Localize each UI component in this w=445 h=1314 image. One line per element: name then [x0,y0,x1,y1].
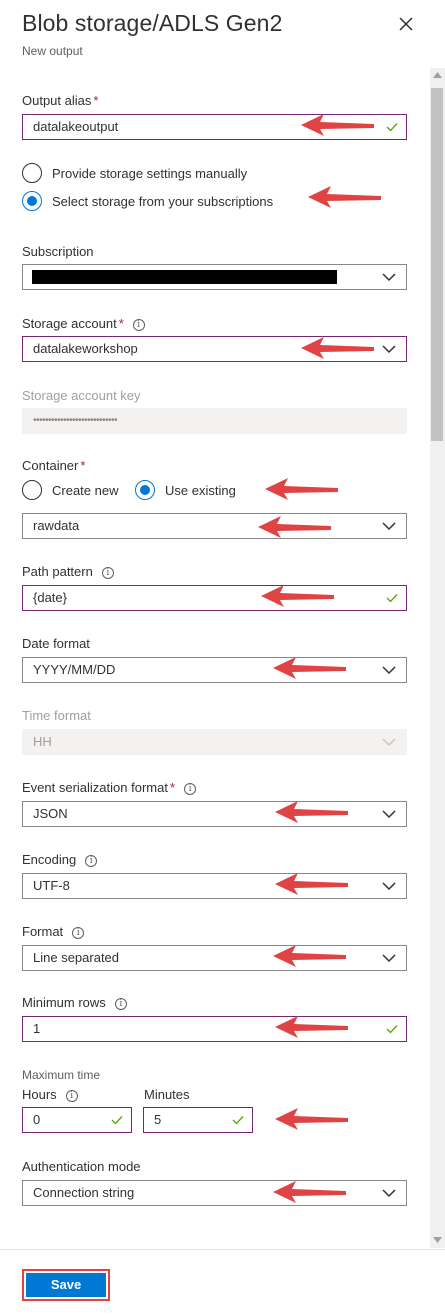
info-icon[interactable]: i [65,1090,78,1102]
output-alias-label: Output alias * [22,93,99,108]
info-icon[interactable]: i [72,927,85,939]
time-format-select: HH [22,729,407,755]
hours-input[interactable]: 0 [22,1107,132,1133]
radio-subscription-storage[interactable] [22,191,42,211]
path-pattern-input[interactable]: {date} [22,585,407,611]
red-arrow-icon [275,1108,348,1130]
radio-create-new[interactable] [22,480,42,500]
scrollbar-thumb[interactable] [431,88,443,441]
chevron-down-icon [382,522,396,531]
red-arrow-icon [273,1181,346,1203]
chevron-down-icon [382,738,396,747]
radio-subscription-storage-label: Select storage from your subscriptions [52,194,274,209]
redacted-value [32,270,337,284]
minimum-rows-label: Minimum rows i [22,995,127,1010]
chevron-down-icon [382,345,396,354]
red-arrow-icon [275,873,348,895]
hours-label: Hours i [22,1087,78,1102]
radio-create-new-label: Create new [52,483,119,498]
chevron-down-icon [382,666,396,675]
red-arrow-icon [258,516,331,538]
maximum-time-label: Maximum time [22,1068,101,1082]
red-arrow-icon [275,801,348,823]
storage-account-key-label: Storage account key [22,388,141,403]
minutes-input[interactable]: 5 [143,1107,253,1133]
info-icon[interactable]: i [184,783,197,795]
chevron-down-icon [382,810,396,819]
scroll-up-icon[interactable] [433,71,442,79]
path-pattern-label: Path pattern i [22,564,114,579]
red-arrow-icon [275,1016,348,1038]
container-select[interactable]: rawdata [22,513,407,539]
subscription-select[interactable] [22,264,407,290]
red-arrow-icon [261,585,334,607]
red-arrow-icon [301,114,374,136]
checkmark-icon [232,1116,244,1125]
chevron-down-icon [382,273,396,282]
red-arrow-icon [308,186,381,208]
red-arrow-icon [265,478,338,500]
close-icon[interactable] [396,14,416,34]
storage-account-label: Storage account * i [22,316,145,331]
scroll-down-icon[interactable] [433,1236,442,1244]
red-arrow-icon [301,337,374,359]
checkmark-icon [111,1116,123,1125]
chevron-down-icon [382,882,396,891]
red-arrow-icon [273,657,346,679]
red-arrow-icon [273,945,346,967]
radio-use-existing-label: Use existing [165,483,236,498]
format-label: Format i [22,924,85,939]
info-icon[interactable]: i [132,319,145,331]
save-button[interactable]: Save [26,1273,106,1297]
info-icon[interactable]: i [85,855,98,867]
checkmark-icon [386,1025,398,1034]
footer-divider [0,1249,445,1250]
minutes-label: Minutes [144,1087,190,1102]
panel-subtitle: New output [22,44,83,58]
chevron-down-icon [382,954,396,963]
radio-use-existing[interactable] [135,480,155,500]
event-serialization-label: Event serialization format * i [22,780,197,795]
subscription-label: Subscription [22,244,94,259]
checkmark-icon [386,594,398,603]
authentication-mode-label: Authentication mode [22,1159,141,1174]
date-format-label: Date format [22,636,90,651]
radio-manual-storage-label: Provide storage settings manually [52,166,248,181]
chevron-down-icon [382,1189,396,1198]
save-highlight: Save [22,1269,110,1301]
radio-manual-storage[interactable] [22,163,42,183]
panel-title: Blob storage/ADLS Gen2 [22,10,283,36]
time-format-label: Time format [22,708,91,723]
container-label: Container * [22,458,86,473]
checkmark-icon [386,123,398,132]
info-icon[interactable]: i [114,998,127,1010]
info-icon[interactable]: i [101,567,114,579]
encoding-label: Encoding i [22,852,98,867]
storage-account-key-input: •••••••••••••••••••••••••••• [22,408,407,434]
